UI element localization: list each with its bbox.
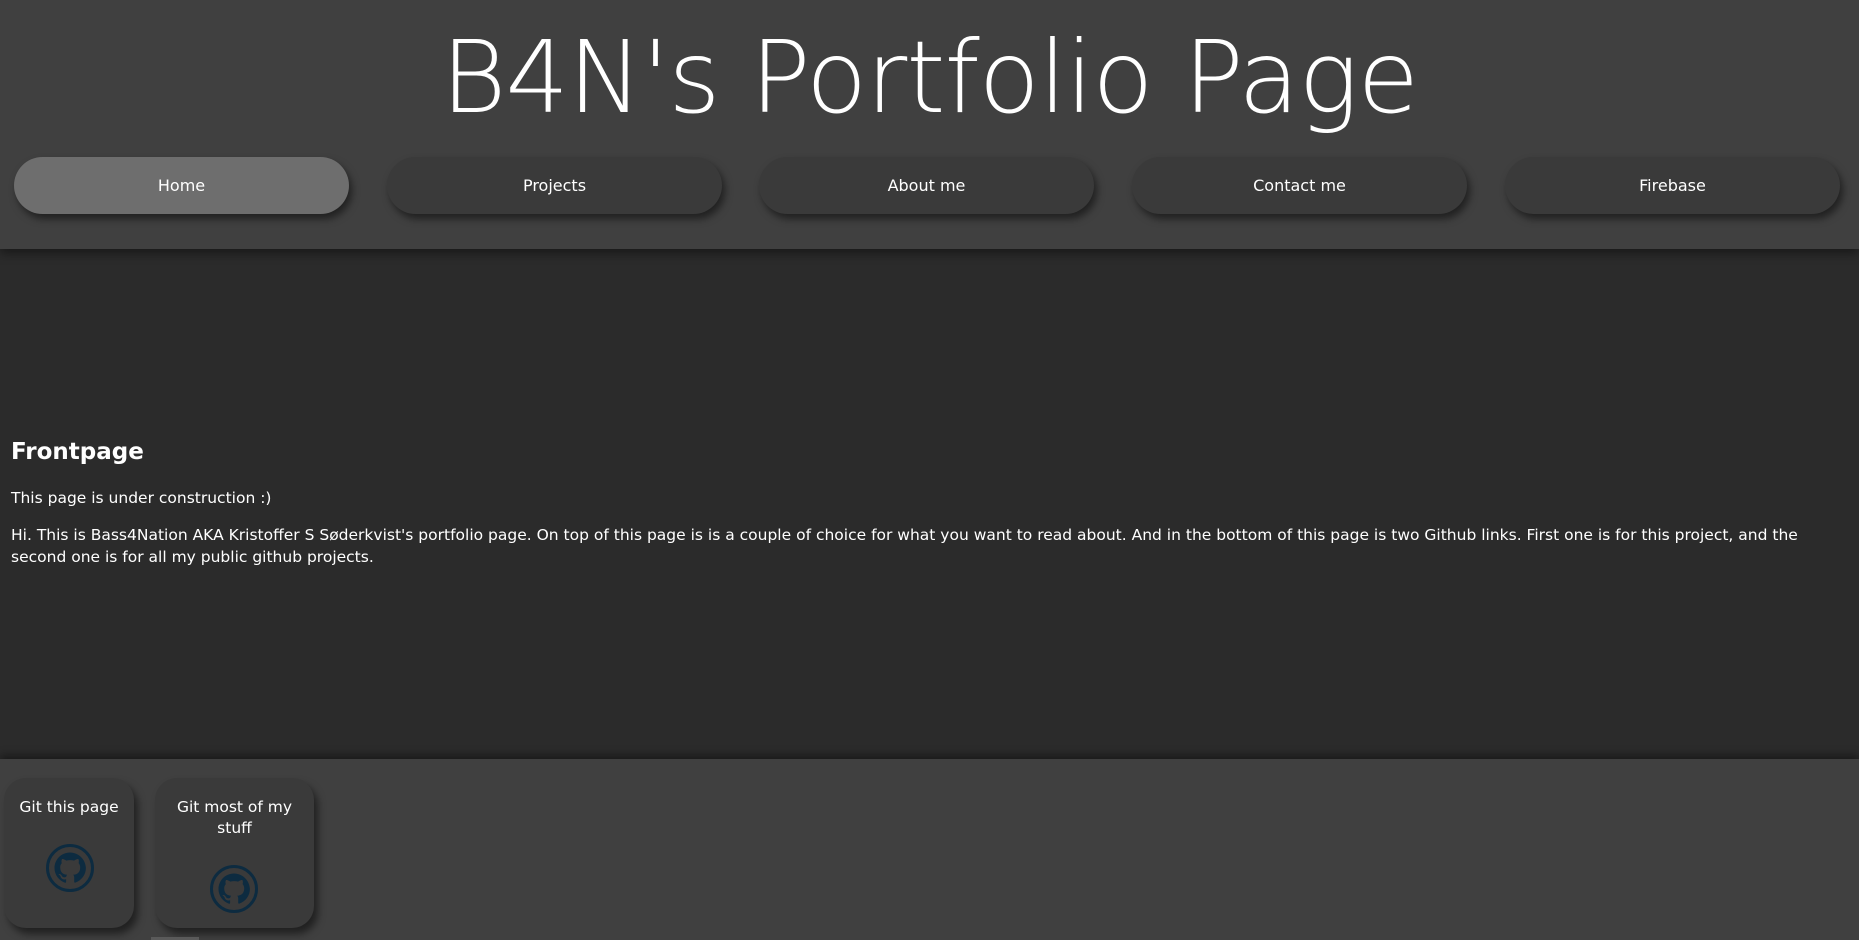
git-most-stuff-label: Git most of my stuff (176, 798, 293, 837)
site-header: B4N's Portfolio Page Home Projects About… (0, 0, 1859, 249)
page-title: B4N's Portfolio Page (440, 19, 1419, 136)
nav-projects-button[interactable]: Projects (387, 157, 722, 214)
github-icon (210, 865, 258, 913)
section-heading: Frontpage (11, 439, 144, 465)
git-this-page-link[interactable]: Git this page (4, 778, 134, 928)
main-nav: Home Projects About me Contact me Fireba… (0, 157, 1859, 214)
nav-about-button[interactable]: About me (759, 157, 1094, 214)
nav-contact-button[interactable]: Contact me (1132, 157, 1467, 214)
site-footer: Git this page Git most of my stuff (0, 759, 1859, 940)
construction-notice: This page is under construction :) (11, 489, 272, 507)
git-this-page-label: Git this page (19, 798, 119, 816)
nav-home-button[interactable]: Home (14, 157, 349, 214)
intro-paragraph: Hi. This is Bass4Nation AKA Kristoffer S… (11, 526, 1798, 566)
git-most-stuff-link[interactable]: Git most of my stuff (155, 778, 314, 928)
main-content: Frontpage This page is under constructio… (0, 249, 1859, 759)
nav-firebase-button[interactable]: Firebase (1505, 157, 1840, 214)
github-icon (46, 844, 94, 892)
